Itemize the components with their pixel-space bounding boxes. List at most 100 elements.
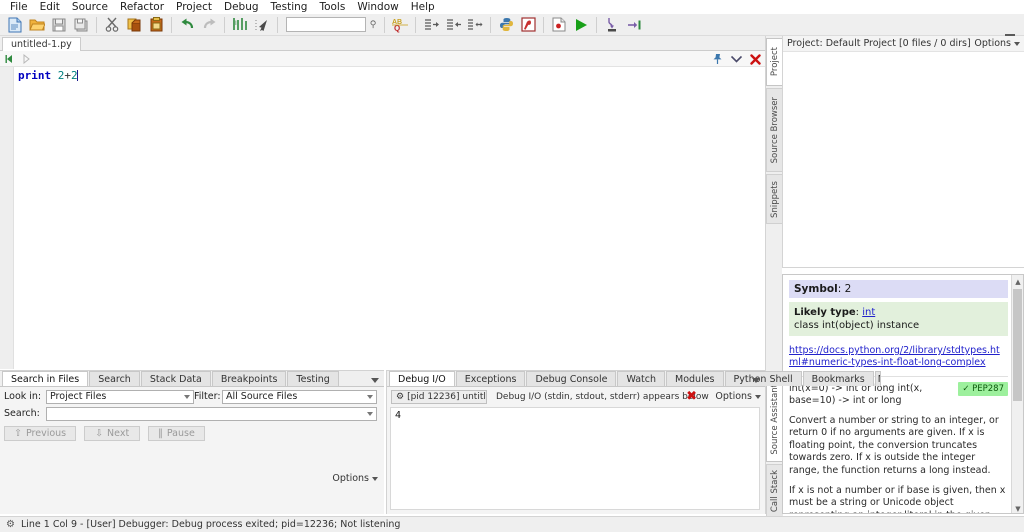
tab-exceptions[interactable]: Exceptions: [455, 371, 526, 386]
vtab-project[interactable]: Project: [766, 38, 783, 86]
vtab-snippets[interactable]: Snippets: [766, 174, 783, 224]
menu-source[interactable]: Source: [66, 0, 114, 14]
pause-button[interactable]: ‖ Pause: [148, 426, 205, 441]
toolbar-separator: [596, 16, 597, 33]
editor-body[interactable]: print 2+2: [0, 66, 765, 369]
tab-messages[interactable]: M: [874, 371, 881, 386]
process-selector[interactable]: ⚙ [pid 12236] untitl: [391, 390, 487, 404]
redo-icon[interactable]: [198, 15, 220, 35]
search-options-button[interactable]: Options: [332, 473, 378, 484]
editor-tab-untitled-1[interactable]: untitled-1.py: [2, 37, 81, 51]
save-all-icon[interactable]: [70, 15, 92, 35]
tab-watch[interactable]: Watch: [617, 371, 666, 386]
python-shell-icon[interactable]: [495, 15, 517, 35]
indent-guides-icon[interactable]: I: [229, 15, 251, 35]
tabstrip-overflow-icon[interactable]: [371, 378, 379, 383]
copy-icon[interactable]: [123, 15, 145, 35]
scroll-up-icon[interactable]: ▲: [1012, 275, 1023, 288]
tabstrip-overflow-icon[interactable]: [752, 378, 760, 383]
source-assistant-content: Symbol: 2 Likely type: int class int(obj…: [783, 275, 1013, 513]
documentation-link[interactable]: https://docs.python.org/2/library/stdtyp…: [789, 345, 1008, 369]
chevron-down-icon[interactable]: [730, 53, 742, 65]
tab-modules[interactable]: Modules: [666, 371, 724, 386]
step-out-icon[interactable]: [623, 15, 645, 35]
vtab-call-stack[interactable]: Call Stack: [766, 464, 783, 518]
menu-testing[interactable]: Testing: [265, 0, 314, 14]
indent-right-icon[interactable]: [420, 15, 442, 35]
tab-debug-io[interactable]: Debug I/O: [389, 371, 455, 386]
tab-testing[interactable]: Testing: [287, 371, 339, 386]
vtab-source-browser[interactable]: Source Browser: [766, 88, 783, 172]
scroll-down-icon[interactable]: ▼: [1012, 502, 1023, 513]
search-input[interactable]: [286, 17, 366, 32]
tab-breakpoints[interactable]: Breakpoints: [211, 371, 287, 386]
menu-debug[interactable]: Debug: [218, 0, 265, 14]
nav-back-icon[interactable]: [4, 54, 16, 64]
tab-search-in-files[interactable]: Search in Files: [2, 371, 89, 386]
toolbar-separator: [543, 16, 544, 33]
debug-io-note: Debug I/O (stdin, stdout, stderr) appear…: [496, 392, 709, 402]
step-into-icon[interactable]: [601, 15, 623, 35]
paste-icon[interactable]: [145, 15, 167, 35]
nav-forward-icon[interactable]: [20, 54, 32, 64]
save-icon[interactable]: [48, 15, 70, 35]
project-panel: Project: Default Project [0 files / 0 di…: [782, 36, 1024, 268]
previous-button[interactable]: ⇧ Previous: [4, 426, 77, 441]
search-input[interactable]: [46, 406, 377, 421]
indent-toggle-icon[interactable]: [464, 15, 486, 35]
menu-edit[interactable]: Edit: [34, 0, 66, 14]
type-detail: class int(object) instance: [794, 320, 920, 331]
menu-tools[interactable]: Tools: [313, 0, 351, 14]
tab-search[interactable]: Search: [89, 371, 140, 386]
likely-type-link[interactable]: int: [862, 307, 875, 318]
tab-bookmarks[interactable]: Bookmarks: [802, 371, 874, 386]
close-icon[interactable]: [749, 53, 761, 65]
look-in-select[interactable]: Project Files: [46, 389, 194, 404]
search-icon[interactable]: ⚲: [366, 20, 380, 30]
vtab-source-browser-label: Source Browser: [770, 96, 780, 164]
undo-icon[interactable]: [176, 15, 198, 35]
menu-project[interactable]: Project: [170, 0, 218, 14]
toolbar-separator: [171, 16, 172, 33]
source-assistant-scrollbar[interactable]: ▲ ▼: [1011, 275, 1023, 513]
right-top-tab-rail: Project Source Browser Snippets: [765, 36, 783, 368]
symbol-row: Symbol: 2: [789, 280, 1008, 298]
pin-icon[interactable]: [711, 53, 723, 65]
debug-io-options-label: Options: [715, 391, 752, 402]
project-options-button[interactable]: Options: [974, 38, 1020, 49]
close-icon[interactable]: ✖: [686, 390, 697, 403]
arrow-up-icon: ⇧: [14, 428, 22, 439]
wing-ide-window: File Edit Source Refactor Project Debug …: [0, 0, 1024, 532]
symbol-colon: :: [837, 283, 845, 295]
filter-label: Filter:: [194, 391, 221, 402]
menu-window[interactable]: Window: [351, 0, 404, 14]
debug-probe-icon[interactable]: [517, 15, 539, 35]
menu-help[interactable]: Help: [405, 0, 441, 14]
tab-stack-data[interactable]: Stack Data: [140, 371, 211, 386]
chevron-down-icon: [1014, 41, 1020, 46]
cut-icon[interactable]: [101, 15, 123, 35]
run-icon[interactable]: [570, 15, 592, 35]
filter-select[interactable]: All Source Files: [222, 389, 377, 404]
editor-tabstrip: untitled-1.py: [0, 36, 765, 51]
tab-python-shell[interactable]: Python Shell: [724, 371, 802, 386]
new-file-icon[interactable]: [4, 15, 26, 35]
find-replace-icon[interactable]: AB Q: [389, 15, 411, 35]
code-operator: +: [64, 69, 71, 82]
open-folder-icon[interactable]: [26, 15, 48, 35]
doc-paragraph-1: Convert a number or string to an integer…: [789, 415, 999, 476]
tab-debug-console[interactable]: Debug Console: [526, 371, 617, 386]
menu-refactor[interactable]: Refactor: [114, 0, 170, 14]
indent-left-icon[interactable]: [442, 15, 464, 35]
debug-io-options-button[interactable]: Options: [715, 391, 761, 402]
scrollbar-thumb[interactable]: [1013, 289, 1022, 401]
debug-file-icon[interactable]: [548, 15, 570, 35]
look-in-value: Project Files: [50, 390, 107, 402]
menu-file[interactable]: File: [4, 0, 34, 14]
vtab-snippets-label: Snippets: [770, 180, 780, 218]
vtab-source-assistant[interactable]: Source Assistant: [766, 376, 783, 462]
next-button[interactable]: ⇩ Next: [84, 426, 141, 441]
select-pointer-icon[interactable]: [251, 15, 273, 35]
look-in-row: Look in: Project Files Filter: All Sourc…: [4, 389, 380, 404]
debug-io-output[interactable]: 4: [390, 407, 760, 510]
